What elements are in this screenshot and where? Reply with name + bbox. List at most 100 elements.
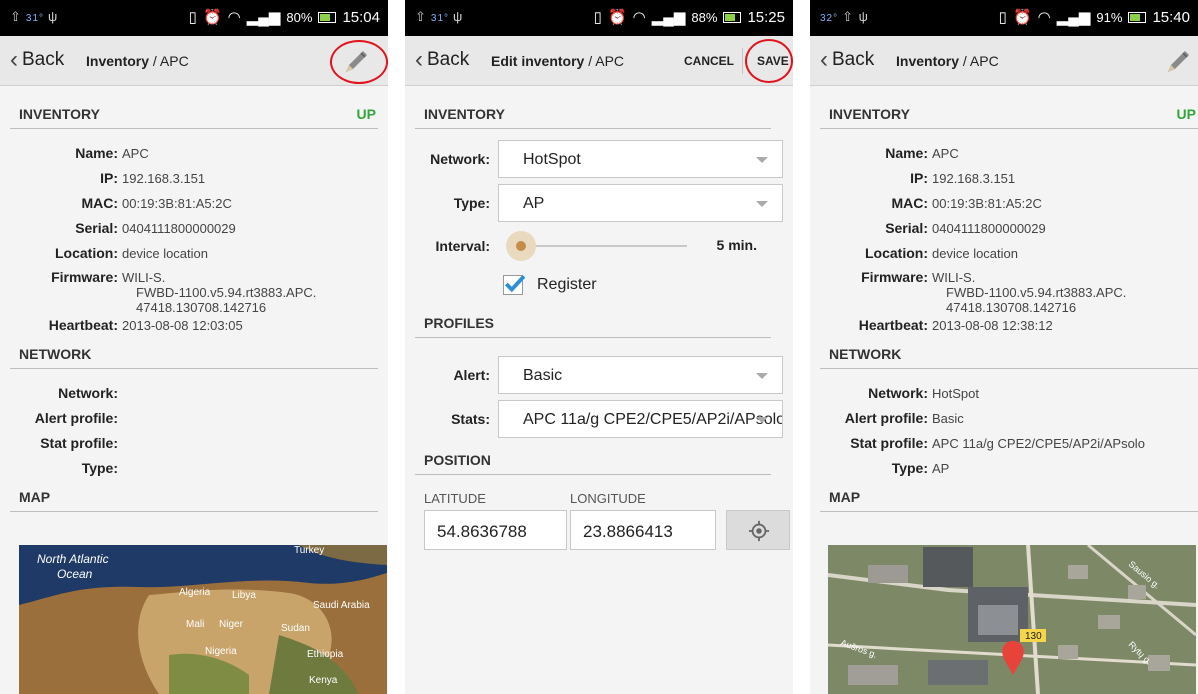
battery-icon <box>318 11 337 23</box>
field-name: Name: APC <box>885 145 959 161</box>
signal-icon: ▂▄▆ <box>246 9 281 26</box>
back-button[interactable]: ‹ Back <box>415 48 469 72</box>
sim-icon: ▯ <box>593 9 602 26</box>
stats-select[interactable]: APC 11a/g CPE2/CPE5/AP2i/APsolo <box>498 400 783 438</box>
interval-value: 5 min. <box>716 237 757 253</box>
network-row: Network: HotSpot <box>405 140 793 178</box>
status-badge: UP <box>1176 106 1196 122</box>
action-bar: ‹ Back Inventory / APC <box>810 36 1198 86</box>
field-network: Network: <box>58 385 118 401</box>
usb-icon: ψ <box>48 9 59 24</box>
status-badge: UP <box>356 106 376 122</box>
battery-icon <box>723 11 742 23</box>
back-button[interactable]: ‹ Back <box>10 48 64 72</box>
status-bar: ⇧ 31° ψ ▯ ⏰ ◠ ▂▄▆ 80% 15:04 <box>0 0 388 36</box>
page-title: Inventory / APC <box>896 53 999 69</box>
signal-icon: ▂▄▆ <box>1056 9 1091 26</box>
type-select[interactable]: AP <box>498 184 783 222</box>
network-select[interactable]: HotSpot <box>498 140 783 178</box>
caret-down-icon <box>756 417 768 423</box>
register-checkbox[interactable] <box>503 274 525 295</box>
map-label: Libya <box>232 590 256 601</box>
section-map: MAP <box>820 477 1198 512</box>
alert-select[interactable]: Basic <box>498 356 783 394</box>
field-type: Type: <box>81 460 118 476</box>
field-mac: MAC: 00:19:3B:81:A5:2C <box>81 195 232 211</box>
screen-inventory-before: ⇧ 31° ψ ▯ ⏰ ◠ ▂▄▆ 80% 15:04 ‹ Back Inventor… <box>0 0 388 694</box>
map-label: North Atlantic <box>37 552 109 566</box>
battery-percent: 88% <box>691 9 718 25</box>
caret-down-icon <box>756 157 768 163</box>
wifi-icon: ◠ <box>227 9 241 26</box>
usb-icon: ψ <box>858 9 869 24</box>
page-title: Inventory / APC <box>86 53 189 69</box>
battery-icon <box>1128 11 1147 23</box>
caret-down-icon <box>756 201 768 207</box>
clock: 15:40 <box>1152 8 1190 26</box>
sim-icon: ▯ <box>998 9 1007 26</box>
chevron-left-icon: ‹ <box>10 46 18 73</box>
register-checkbox-row[interactable]: Register <box>405 274 793 295</box>
map-label: Niger <box>219 619 244 630</box>
section-profiles: PROFILES <box>415 295 771 338</box>
screen-inventory-after: 32° ⇧ ψ ▯ ⏰ ◠ ▂▄▆ 91% 15:40 ‹ Back Invento… <box>810 0 1198 694</box>
latitude-label: LATITUDE <box>424 491 486 506</box>
interval-row: Interval: 5 min. <box>405 231 793 261</box>
gps-target-icon <box>748 520 770 542</box>
upload-icon: ⇧ <box>10 9 22 24</box>
field-alert-profile: Alert profile: <box>34 410 118 426</box>
field-name: Name: APC <box>75 145 149 161</box>
section-network: NETWORK <box>10 334 378 369</box>
map-label: Turkey <box>294 545 324 556</box>
section-network: NETWORK <box>820 334 1198 369</box>
back-button[interactable]: ‹ Back <box>820 48 874 72</box>
longitude-input[interactable]: 23.8866413 <box>570 510 716 550</box>
cancel-button[interactable]: CANCEL <box>684 54 734 68</box>
longitude-label: LONGITUDE <box>570 491 646 506</box>
chevron-left-icon: ‹ <box>820 46 828 73</box>
latitude-input[interactable]: 54.8636788 <box>424 510 567 550</box>
satellite-map[interactable]: North Atlantic Ocean Turkey Algeria Liby… <box>19 545 387 694</box>
back-label: Back <box>22 49 65 70</box>
field-heartbeat: Heartbeat: 2013-08-08 12:03:05 <box>48 317 243 333</box>
alert-row: Alert: Basic <box>405 356 793 394</box>
map-label: Algeria <box>179 587 211 598</box>
locate-button[interactable] <box>726 510 790 550</box>
back-label: Back <box>427 49 470 70</box>
section-inventory: INVENTORY UP <box>10 86 378 129</box>
stats-row: Stats: APC 11a/g CPE2/CPE5/AP2i/APsolo <box>405 400 793 438</box>
position-inputs: 54.8636788 23.8866413 <box>405 506 793 550</box>
section-inventory: INVENTORY UP <box>820 86 1198 129</box>
temperature: 32° <box>820 13 839 24</box>
satellite-map[interactable]: 130 Aušros g. Sausio g. Rytų g. <box>827 545 1197 694</box>
field-network: Network: HotSpot <box>868 385 979 401</box>
field-firmware: Firmware: WILI-S. FWBD-1100.v5.94.rt3883.A… <box>861 269 1127 316</box>
divider <box>742 48 743 74</box>
field-stat-profile: Stat profile: APC 11a/g CPE2/CPE5/AP2i/AP… <box>850 435 1145 451</box>
page-title: Edit inventory / APC <box>491 53 625 69</box>
upload-icon: ⇧ <box>842 9 855 24</box>
register-label: Register <box>537 276 597 293</box>
map-label: Sudan <box>281 623 310 634</box>
field-serial: Serial: 0404111800000029 <box>885 220 1046 236</box>
interval-slider[interactable]: 5 min. <box>498 231 783 261</box>
battery-percent: 80% <box>286 9 313 25</box>
highlight-circle <box>745 39 793 83</box>
temperature: 31° <box>430 13 450 24</box>
battery-percent: 91% <box>1096 9 1123 25</box>
clock: 15:25 <box>747 8 785 26</box>
field-firmware: Firmware: WILI-S. FWBD-1100.v5.94.rt3883.A… <box>51 269 317 316</box>
field-stat-profile: Stat profile: <box>40 435 118 451</box>
caret-down-icon <box>756 373 768 379</box>
field-serial: Serial: 0404111800000029 <box>75 220 236 236</box>
screen-edit-inventory: ⇧ 31° ψ ▯ ⏰ ◠ ▂▄▆ 88% 15:25 ‹ Back Edit inv… <box>405 0 793 694</box>
edit-pencil-icon[interactable] <box>1162 46 1194 78</box>
field-location: Location: device location <box>55 245 208 261</box>
map-label: Mali <box>186 619 204 630</box>
map-label: Kenya <box>309 675 338 686</box>
slider-thumb[interactable] <box>506 231 536 261</box>
temperature: 31° <box>25 13 45 24</box>
field-location: Location: device location <box>865 245 1018 261</box>
sim-icon: ▯ <box>188 9 197 26</box>
field-type: Type: AP <box>891 460 950 476</box>
